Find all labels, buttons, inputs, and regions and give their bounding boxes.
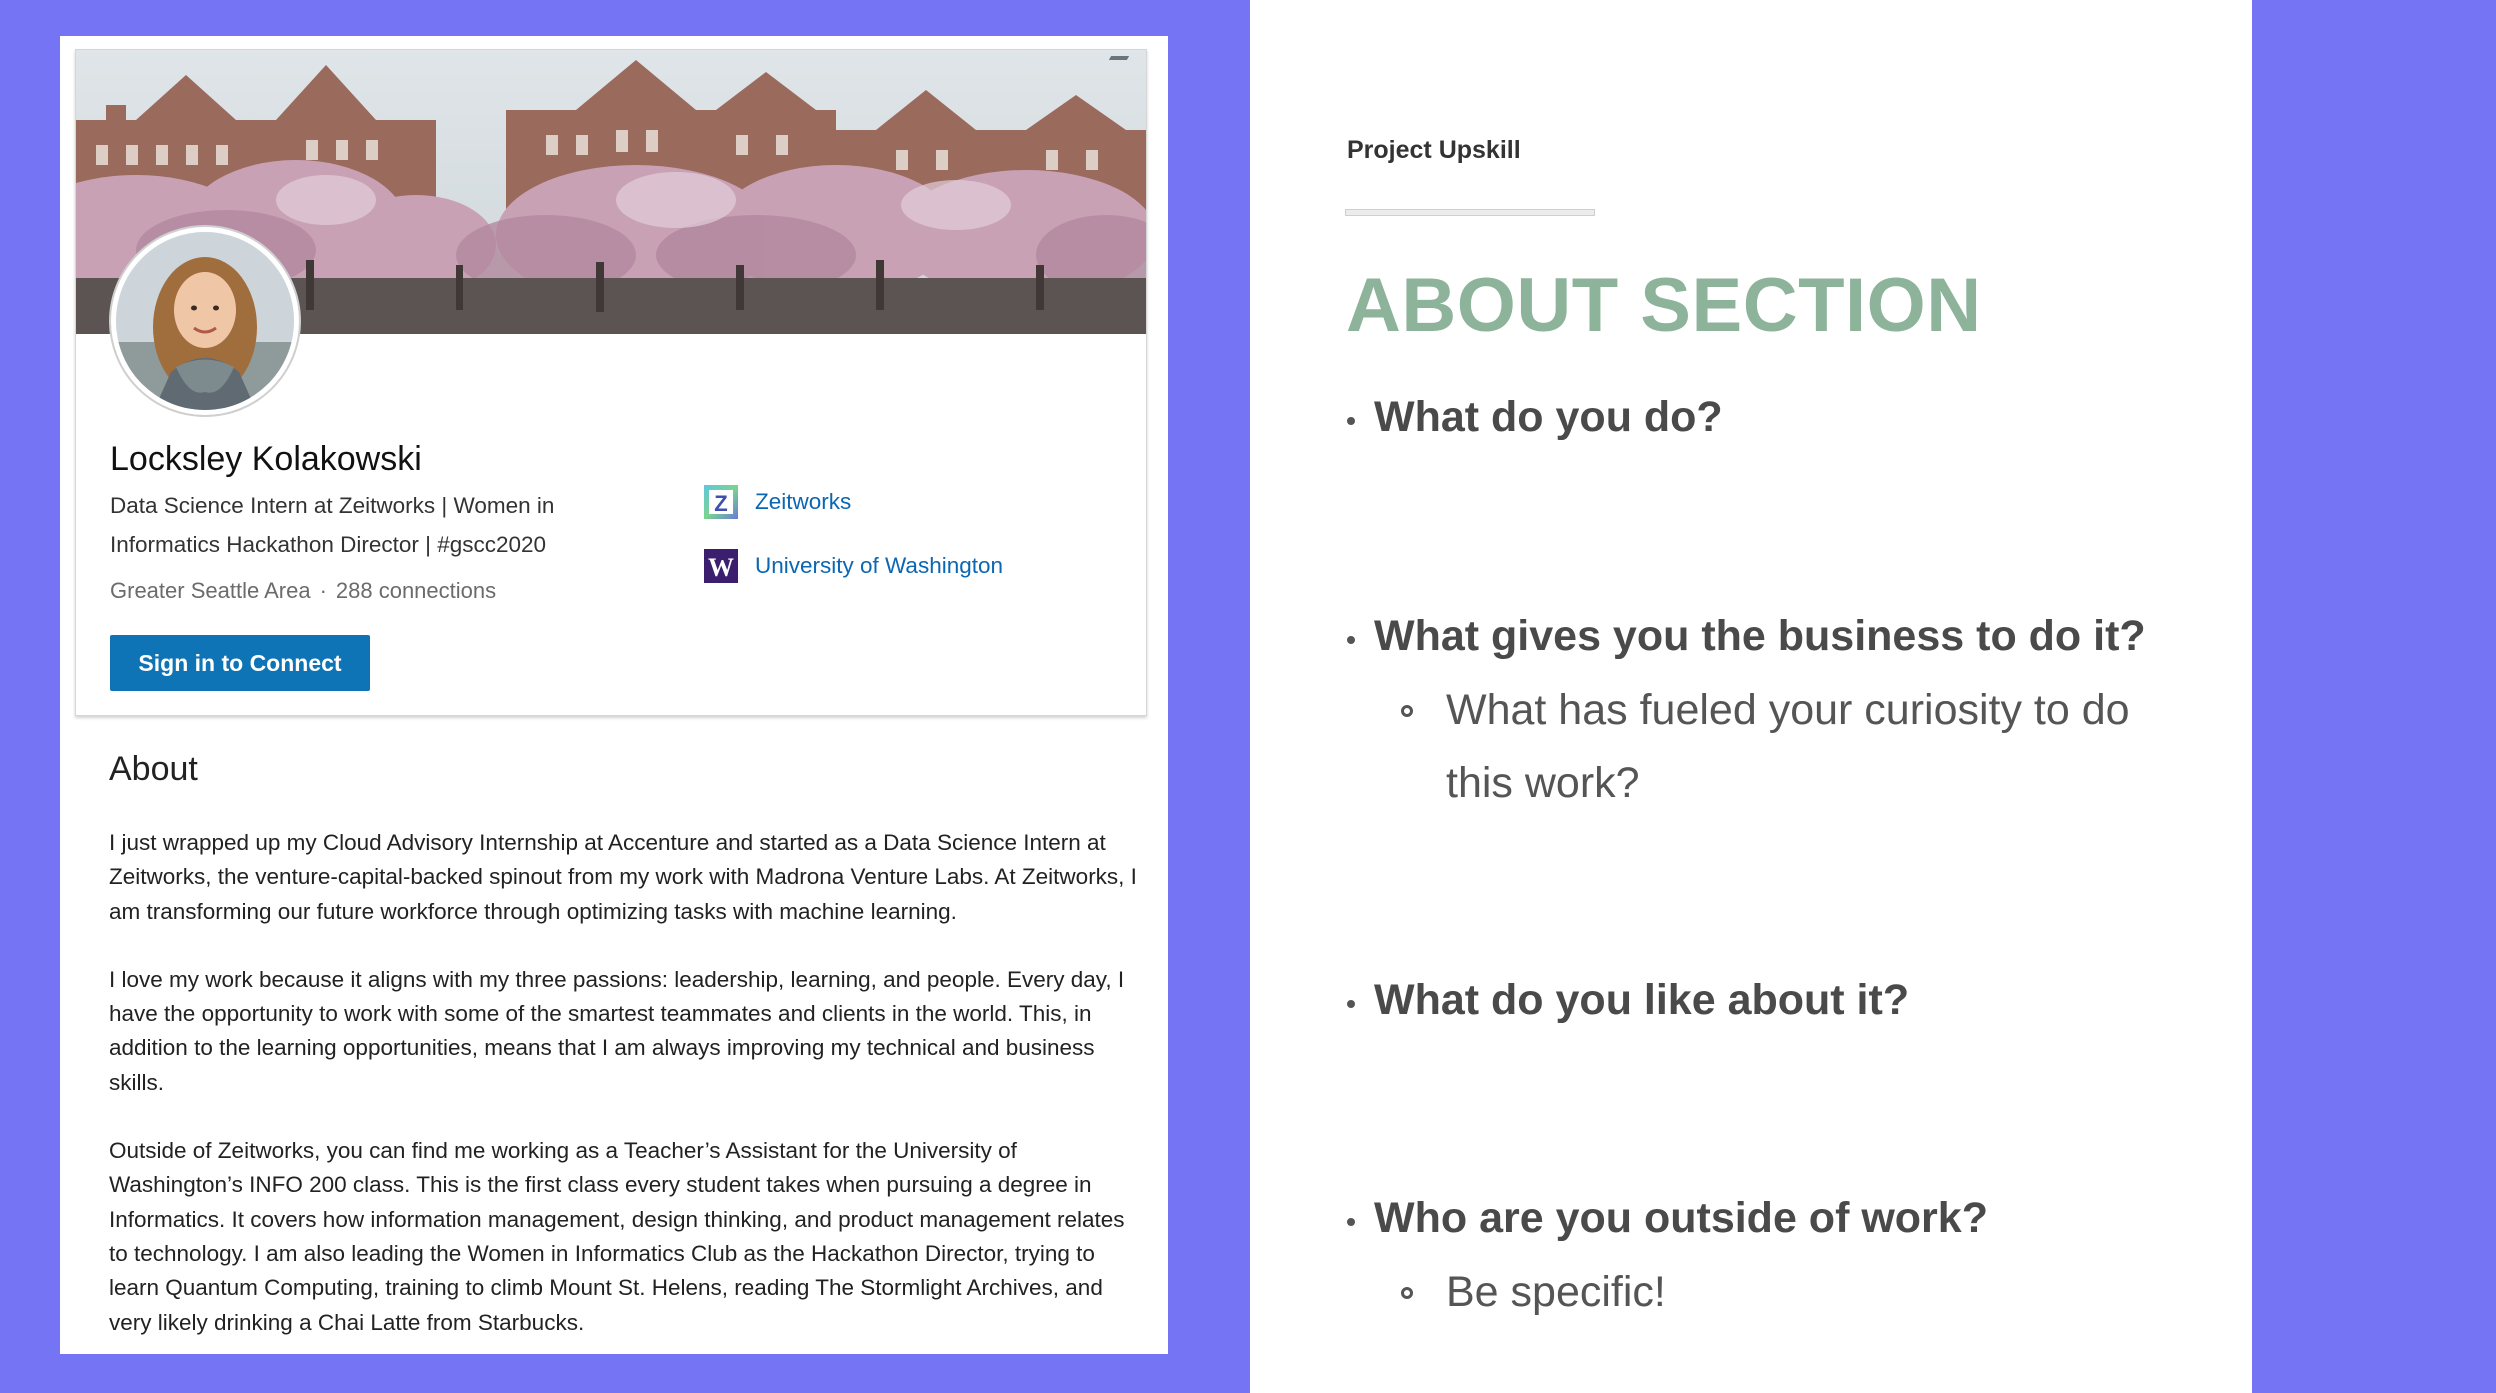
uw-logo-icon: W <box>704 549 738 583</box>
about-body: I just wrapped up my Cloud Advisory Inte… <box>109 826 1149 1374</box>
svg-text:Z: Z <box>714 491 727 516</box>
slide-title: ABOUT SECTION <box>1346 263 1982 348</box>
sign-in-to-connect-button[interactable]: Sign in to Connect <box>110 635 370 691</box>
org-link-university-of-washington[interactable]: University of Washington <box>755 553 1003 579</box>
profile-avatar <box>111 227 299 415</box>
question-what-do-you-do: What do you do? <box>1347 393 1723 441</box>
profile-top-card: Locksley Kolakowski Data Science Intern … <box>75 49 1147 716</box>
profile-location: Greater Seattle Area <box>110 578 311 603</box>
about-heading: About <box>109 750 198 788</box>
profile-connections: 288 connections <box>335 578 497 603</box>
profile-name: Locksley Kolakowski <box>110 440 422 478</box>
cover-edit-mark <box>1108 56 1130 60</box>
subpoint-be-specific: Be specific! <box>1401 1256 1666 1329</box>
about-paragraph-2: I love my work because it aligns with my… <box>109 966 1125 1095</box>
question-business: What gives you the business to do it? <box>1347 612 2146 660</box>
about-paragraph-3: Outside of Zeitworks, you can find me wo… <box>109 1138 1125 1335</box>
profile-meta: Greater Seattle Area · 288 connections <box>110 578 496 604</box>
profile-headline: Data Science Intern at Zeitworks | Women… <box>110 493 555 557</box>
slide-brand: Project Upskill <box>1347 136 1521 164</box>
meta-separator: · <box>319 578 327 603</box>
question-outside-of-work: Who are you outside of work? <box>1347 1194 1988 1242</box>
about-paragraph-1: I just wrapped up my Cloud Advisory Inte… <box>109 830 1137 924</box>
brand-divider <box>1345 209 1595 216</box>
question-like-about-it: What do you like about it? <box>1346 976 1910 1024</box>
svg-text:W: W <box>708 553 734 582</box>
org-row-zeitworks[interactable]: Z Zeitworks <box>704 485 851 519</box>
org-row-uw[interactable]: W University of Washington <box>704 549 1003 583</box>
zeitworks-logo-icon: Z <box>704 485 738 519</box>
slide-panel: Project Upskill ABOUT SECTION What do yo… <box>1250 0 2252 1393</box>
linkedin-profile-screenshot: Locksley Kolakowski Data Science Intern … <box>60 36 1168 1354</box>
subpoint-curiosity: What has fueled your curiosity to do thi… <box>1401 674 2166 820</box>
org-link-zeitworks[interactable]: Zeitworks <box>755 489 851 515</box>
